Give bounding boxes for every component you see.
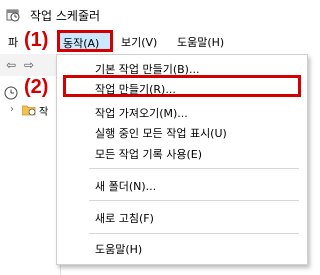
- menu-item-help[interactable]: 도움말(H): [95, 241, 142, 257]
- task-scheduler-icon: [6, 8, 20, 22]
- menu-action[interactable]: 동작(A): [57, 30, 113, 52]
- menu-separator: [89, 233, 299, 234]
- folder-clock-icon: [21, 104, 36, 119]
- menu-separator: [89, 200, 299, 201]
- menu-view[interactable]: 보기(V): [121, 34, 157, 50]
- step-2-badge: (2): [24, 76, 49, 98]
- back-arrow-icon[interactable]: ⇦: [6, 58, 16, 72]
- menu-item-refresh[interactable]: 새로 고침(F): [95, 210, 154, 226]
- menu-item-display-running-tasks[interactable]: 실행 중인 모든 작업 표시(U): [95, 125, 227, 141]
- tree-root-icon[interactable]: [4, 86, 18, 103]
- menu-separator: [89, 168, 299, 169]
- tree-expand-icon[interactable]: ›: [10, 104, 14, 115]
- menu-item-enable-task-history[interactable]: 모든 작업 기록 사용(E): [95, 146, 202, 162]
- menu-help[interactable]: 도움말(H): [177, 34, 224, 50]
- menu-action-label: 동작(A): [63, 37, 100, 50]
- menu-item-create-task[interactable]: 작업 만들기(R)...: [95, 81, 176, 97]
- action-dropdown-menu: 기본 작업 만들기(B)... 작업 만들기(R)... 작업 가져오기(M).…: [56, 54, 308, 265]
- menu-item-new-folder[interactable]: 새 폴더(N)...: [95, 178, 156, 194]
- menu-item-import-task[interactable]: 작업 가져오기(M)...: [95, 105, 188, 121]
- step-1-badge: (1): [24, 29, 49, 51]
- tree-item-library[interactable]: 작: [39, 103, 48, 118]
- title-bar: 작업 스케줄러: [0, 0, 318, 30]
- window-title: 작업 스케줄러: [30, 9, 101, 23]
- forward-arrow-icon[interactable]: ⇨: [24, 58, 34, 72]
- menu-file[interactable]: 파: [8, 34, 18, 50]
